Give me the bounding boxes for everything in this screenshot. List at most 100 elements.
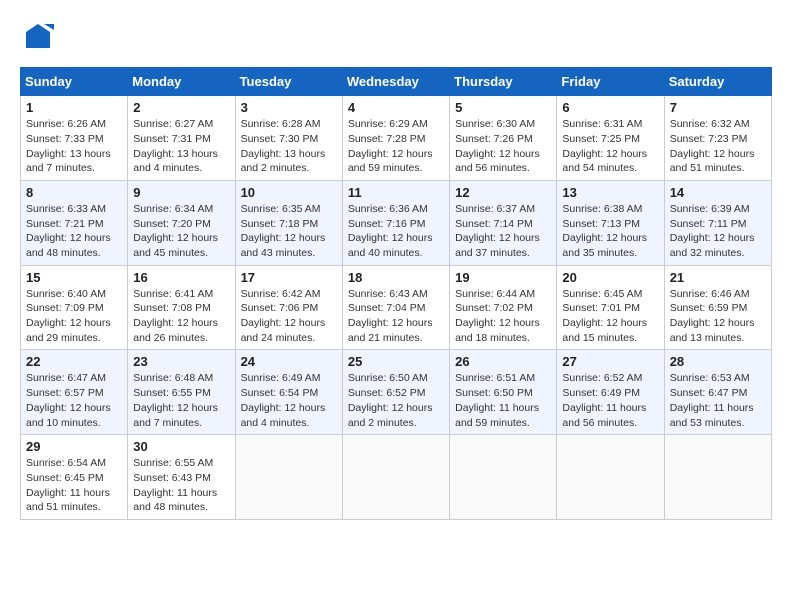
day-info: Sunrise: 6:35 AM Sunset: 7:18 PM Dayligh… (241, 202, 337, 261)
day-number: 24 (241, 354, 337, 369)
day-info: Sunrise: 6:46 AM Sunset: 6:59 PM Dayligh… (670, 287, 766, 346)
day-number: 4 (348, 100, 444, 115)
calendar-cell: 1 Sunrise: 6:26 AM Sunset: 7:33 PM Daylig… (21, 96, 128, 181)
day-info: Sunrise: 6:38 AM Sunset: 7:13 PM Dayligh… (562, 202, 658, 261)
day-info: Sunrise: 6:42 AM Sunset: 7:06 PM Dayligh… (241, 287, 337, 346)
calendar-cell (557, 435, 664, 520)
calendar-cell (235, 435, 342, 520)
day-info: Sunrise: 6:44 AM Sunset: 7:02 PM Dayligh… (455, 287, 551, 346)
calendar-cell: 12 Sunrise: 6:37 AM Sunset: 7:14 PM Dayli… (450, 180, 557, 265)
day-number: 8 (26, 185, 122, 200)
day-info: Sunrise: 6:37 AM Sunset: 7:14 PM Dayligh… (455, 202, 551, 261)
day-info: Sunrise: 6:52 AM Sunset: 6:49 PM Dayligh… (562, 371, 658, 430)
calendar-cell: 8 Sunrise: 6:33 AM Sunset: 7:21 PM Daylig… (21, 180, 128, 265)
calendar-cell (342, 435, 449, 520)
day-number: 10 (241, 185, 337, 200)
day-number: 14 (670, 185, 766, 200)
day-info: Sunrise: 6:40 AM Sunset: 7:09 PM Dayligh… (26, 287, 122, 346)
calendar-cell: 25 Sunrise: 6:50 AM Sunset: 6:52 PM Dayli… (342, 350, 449, 435)
calendar-cell: 14 Sunrise: 6:39 AM Sunset: 7:11 PM Dayli… (664, 180, 771, 265)
calendar-week-row: 29Sunrise: 6:54 AM Sunset: 6:45 PM Dayli… (21, 435, 772, 520)
page-header (20, 20, 772, 57)
calendar-cell: 10 Sunrise: 6:35 AM Sunset: 7:18 PM Dayli… (235, 180, 342, 265)
calendar-cell (450, 435, 557, 520)
calendar-week-row: 8 Sunrise: 6:33 AM Sunset: 7:21 PM Daylig… (21, 180, 772, 265)
day-info: Sunrise: 6:33 AM Sunset: 7:21 PM Dayligh… (26, 202, 122, 261)
calendar-cell: 24 Sunrise: 6:49 AM Sunset: 6:54 PM Dayli… (235, 350, 342, 435)
day-info: Sunrise: 6:36 AM Sunset: 7:16 PM Dayligh… (348, 202, 444, 261)
weekday-header-sunday: Sunday (21, 68, 128, 96)
logo-icon (22, 20, 54, 52)
day-number: 29 (26, 439, 122, 454)
day-info: Sunrise: 6:26 AM Sunset: 7:33 PM Dayligh… (26, 117, 122, 176)
weekday-header-monday: Monday (128, 68, 235, 96)
day-number: 16 (133, 270, 229, 285)
calendar-body: 1 Sunrise: 6:26 AM Sunset: 7:33 PM Daylig… (21, 96, 772, 520)
calendar-cell: 29Sunrise: 6:54 AM Sunset: 6:45 PM Dayli… (21, 435, 128, 520)
day-number: 7 (670, 100, 766, 115)
day-number: 20 (562, 270, 658, 285)
day-info: Sunrise: 6:43 AM Sunset: 7:04 PM Dayligh… (348, 287, 444, 346)
day-info: Sunrise: 6:50 AM Sunset: 6:52 PM Dayligh… (348, 371, 444, 430)
calendar-cell: 11 Sunrise: 6:36 AM Sunset: 7:16 PM Dayli… (342, 180, 449, 265)
calendar-cell: 6 Sunrise: 6:31 AM Sunset: 7:25 PM Daylig… (557, 96, 664, 181)
day-number: 5 (455, 100, 551, 115)
day-info: Sunrise: 6:53 AM Sunset: 6:47 PM Dayligh… (670, 371, 766, 430)
weekday-header-thursday: Thursday (450, 68, 557, 96)
calendar-header-row: SundayMondayTuesdayWednesdayThursdayFrid… (21, 68, 772, 96)
day-info: Sunrise: 6:30 AM Sunset: 7:26 PM Dayligh… (455, 117, 551, 176)
day-number: 27 (562, 354, 658, 369)
day-number: 18 (348, 270, 444, 285)
calendar-cell: 20 Sunrise: 6:45 AM Sunset: 7:01 PM Dayli… (557, 265, 664, 350)
calendar-cell: 19 Sunrise: 6:44 AM Sunset: 7:02 PM Dayli… (450, 265, 557, 350)
day-number: 11 (348, 185, 444, 200)
weekday-header-wednesday: Wednesday (342, 68, 449, 96)
calendar-week-row: 1 Sunrise: 6:26 AM Sunset: 7:33 PM Daylig… (21, 96, 772, 181)
day-info: Sunrise: 6:32 AM Sunset: 7:23 PM Dayligh… (670, 117, 766, 176)
day-info: Sunrise: 6:29 AM Sunset: 7:28 PM Dayligh… (348, 117, 444, 176)
day-info: Sunrise: 6:34 AM Sunset: 7:20 PM Dayligh… (133, 202, 229, 261)
day-info: Sunrise: 6:47 AM Sunset: 6:57 PM Dayligh… (26, 371, 122, 430)
day-number: 30 (133, 439, 229, 454)
logo (20, 20, 54, 57)
day-info: Sunrise: 6:31 AM Sunset: 7:25 PM Dayligh… (562, 117, 658, 176)
weekday-header-tuesday: Tuesday (235, 68, 342, 96)
day-number: 2 (133, 100, 229, 115)
day-number: 1 (26, 100, 122, 115)
day-info: Sunrise: 6:49 AM Sunset: 6:54 PM Dayligh… (241, 371, 337, 430)
day-number: 22 (26, 354, 122, 369)
day-number: 15 (26, 270, 122, 285)
day-info: Sunrise: 6:55 AM Sunset: 6:43 PM Dayligh… (133, 456, 229, 515)
day-info: Sunrise: 6:45 AM Sunset: 7:01 PM Dayligh… (562, 287, 658, 346)
day-number: 6 (562, 100, 658, 115)
day-number: 12 (455, 185, 551, 200)
day-number: 21 (670, 270, 766, 285)
calendar-week-row: 22 Sunrise: 6:47 AM Sunset: 6:57 PM Dayli… (21, 350, 772, 435)
day-number: 13 (562, 185, 658, 200)
day-number: 23 (133, 354, 229, 369)
calendar-cell: 26Sunrise: 6:51 AM Sunset: 6:50 PM Dayli… (450, 350, 557, 435)
calendar-cell: 7 Sunrise: 6:32 AM Sunset: 7:23 PM Daylig… (664, 96, 771, 181)
day-info: Sunrise: 6:41 AM Sunset: 7:08 PM Dayligh… (133, 287, 229, 346)
calendar-cell: 21 Sunrise: 6:46 AM Sunset: 6:59 PM Dayli… (664, 265, 771, 350)
calendar-cell: 5 Sunrise: 6:30 AM Sunset: 7:26 PM Daylig… (450, 96, 557, 181)
calendar-cell: 30 Sunrise: 6:55 AM Sunset: 6:43 PM Dayli… (128, 435, 235, 520)
day-number: 28 (670, 354, 766, 369)
calendar-cell (664, 435, 771, 520)
calendar-cell: 23Sunrise: 6:48 AM Sunset: 6:55 PM Dayli… (128, 350, 235, 435)
day-number: 17 (241, 270, 337, 285)
calendar-cell: 9Sunrise: 6:34 AM Sunset: 7:20 PM Daylig… (128, 180, 235, 265)
day-number: 25 (348, 354, 444, 369)
day-number: 3 (241, 100, 337, 115)
day-info: Sunrise: 6:39 AM Sunset: 7:11 PM Dayligh… (670, 202, 766, 261)
day-number: 19 (455, 270, 551, 285)
calendar-cell: 28 Sunrise: 6:53 AM Sunset: 6:47 PM Dayli… (664, 350, 771, 435)
calendar-cell: 13 Sunrise: 6:38 AM Sunset: 7:13 PM Dayli… (557, 180, 664, 265)
day-info: Sunrise: 6:28 AM Sunset: 7:30 PM Dayligh… (241, 117, 337, 176)
calendar-cell: 3 Sunrise: 6:28 AM Sunset: 7:30 PM Daylig… (235, 96, 342, 181)
calendar-cell: 2Sunrise: 6:27 AM Sunset: 7:31 PM Daylig… (128, 96, 235, 181)
weekday-header-saturday: Saturday (664, 68, 771, 96)
day-info: Sunrise: 6:51 AM Sunset: 6:50 PM Dayligh… (455, 371, 551, 430)
calendar-cell: 4 Sunrise: 6:29 AM Sunset: 7:28 PM Daylig… (342, 96, 449, 181)
calendar-cell: 15 Sunrise: 6:40 AM Sunset: 7:09 PM Dayli… (21, 265, 128, 350)
